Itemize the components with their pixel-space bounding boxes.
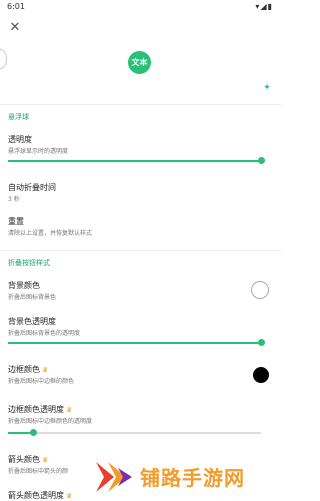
slider-thumb[interactable] <box>30 429 38 436</box>
section-title-fold-button: 折叠按钮样式 <box>8 259 50 267</box>
bg-color-title: 背景颜色 <box>8 281 40 290</box>
watermark-logo-icon <box>96 462 132 492</box>
sparkle-icon[interactable]: ✦ <box>262 83 272 93</box>
float-ball-preview: 文本 <box>128 51 151 74</box>
slider-fill <box>8 160 261 162</box>
border-color-title-row: 边框颜色 ♛ <box>8 364 48 375</box>
side-handle[interactable] <box>0 48 7 70</box>
border-color-desc: 折叠后图标中边框的颜色 <box>8 378 75 385</box>
reset-desc: 清除以上设置，并恢复默认样式 <box>8 230 93 237</box>
close-icon[interactable]: ✕ <box>8 21 22 35</box>
transparency-slider[interactable] <box>8 157 265 164</box>
slider-fill <box>8 342 261 344</box>
crown-icon: ♛ <box>42 456 49 464</box>
bg-transparency-desc: 折叠后图标背景色的透明度 <box>8 330 81 337</box>
crown-icon: ♛ <box>42 366 49 374</box>
status-bar: 6:01 ▾◢▮ <box>0 0 281 14</box>
arrow-color-title: 箭头颜色 <box>8 455 40 464</box>
border-transparency-desc: 折叠后图标中边框颜色的透明度 <box>8 418 93 425</box>
border-transparency-title: 边框颜色透明度 <box>8 405 64 414</box>
status-icons: ▾◢▮ <box>255 2 273 11</box>
bg-transparency-title: 背景色透明度 <box>8 317 56 326</box>
crown-icon: ♛ <box>66 492 73 500</box>
border-transparency-title-row: 边框颜色透明度 ♛ <box>8 404 72 415</box>
bg-color-swatch[interactable] <box>251 281 269 299</box>
arrow-color-title-row: 箭头颜色 ♛ <box>8 454 48 465</box>
divider <box>0 104 281 105</box>
watermark-text: 铺路手游网 <box>140 466 245 490</box>
auto-fold-value: 3 秒 <box>8 196 20 203</box>
transparency-title: 透明度 <box>8 135 32 144</box>
slider-thumb[interactable] <box>258 157 265 164</box>
slider-thumb[interactable] <box>258 339 265 346</box>
reset-title[interactable]: 重置 <box>8 216 24 227</box>
arrow-transparency-title-row: 箭头颜色透明度 ♛ <box>8 490 72 501</box>
auto-fold-title[interactable]: 自动折叠时间 <box>8 182 56 193</box>
bg-transparency-slider[interactable] <box>8 339 265 346</box>
arrow-color-desc: 折叠后图标中箭头的颜 <box>8 468 69 475</box>
bg-color-desc: 折叠后图标背景色 <box>8 294 57 301</box>
border-color-swatch[interactable] <box>253 367 269 383</box>
transparency-desc: 悬浮球显示时的透明度 <box>8 148 69 155</box>
status-time: 6:01 <box>7 2 25 11</box>
watermark: 铺路手游网 <box>94 452 281 500</box>
border-color-title: 边框颜色 <box>8 365 40 374</box>
border-transparency-slider[interactable] <box>8 429 261 436</box>
arrow-transparency-title: 箭头颜色透明度 <box>8 491 64 500</box>
crown-icon: ♛ <box>66 406 73 414</box>
section-title-float-ball: 悬浮球 <box>8 113 29 121</box>
divider <box>0 250 281 251</box>
